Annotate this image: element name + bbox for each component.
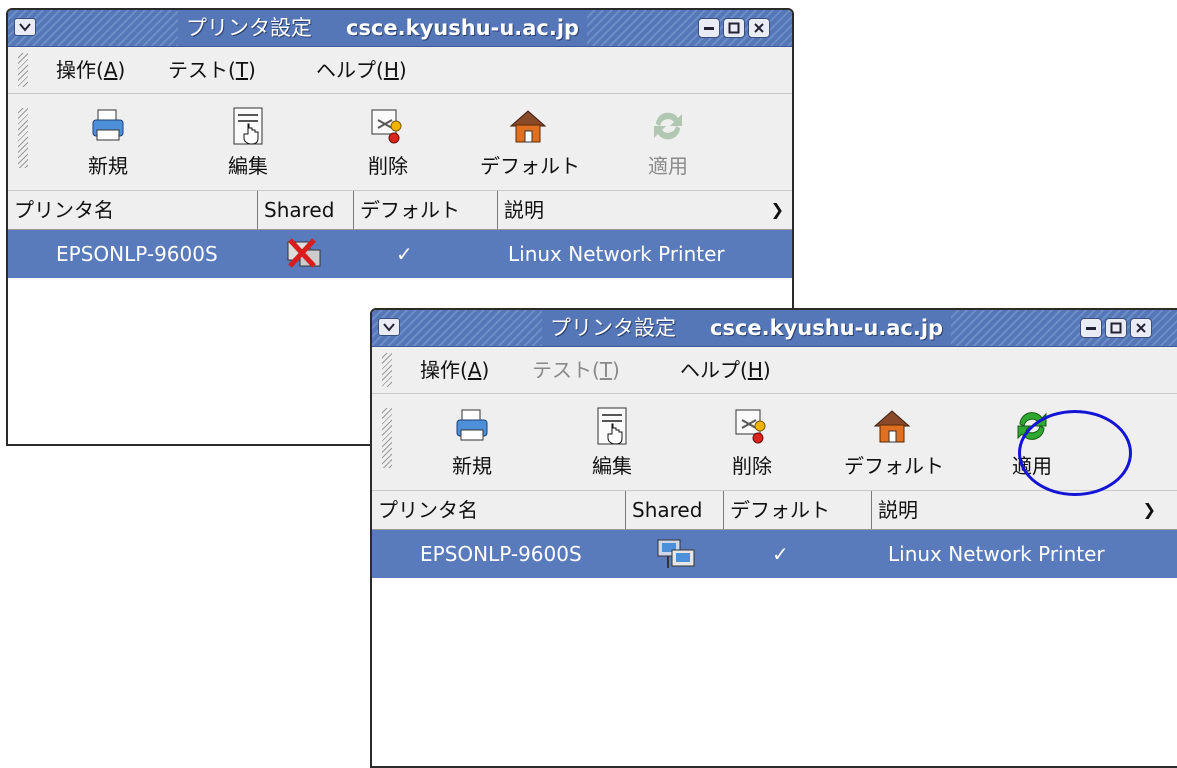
title-bar[interactable]: プリンタ設定 csce.kyushu-u.ac.jp — [372, 310, 1177, 347]
delete-button[interactable]: 削除 — [340, 100, 436, 186]
default-home-icon — [873, 410, 911, 443]
printer-name: EPSONLP-9600S — [420, 542, 582, 566]
shared-status[interactable] — [276, 230, 336, 278]
default-label: デフォルト — [480, 154, 580, 178]
printer-name: EPSONLP-9600S — [56, 242, 218, 266]
menubar-grip[interactable] — [18, 53, 28, 87]
toolbar: 新規 編集 削除 デフォルト 適用 — [8, 94, 792, 191]
menu-test[interactable]: テスト(T) — [168, 47, 256, 93]
column-default[interactable]: デフォルト — [724, 491, 872, 529]
apply-highlight-circle — [1018, 410, 1132, 496]
chevron-down-icon — [19, 23, 31, 32]
column-shared[interactable]: Shared — [626, 491, 724, 529]
column-shared[interactable]: Shared — [258, 191, 354, 229]
delete-scissors-icon — [735, 409, 766, 444]
menubar-grip[interactable] — [382, 353, 392, 387]
menu-help[interactable]: ヘルプ(H) — [680, 347, 771, 393]
default-check: ✓ — [396, 242, 413, 266]
maximize-button[interactable] — [723, 18, 745, 38]
close-button[interactable] — [1130, 318, 1152, 338]
close-icon — [1136, 323, 1146, 333]
maximize-icon — [1110, 322, 1122, 334]
new-label: 新規 — [452, 454, 492, 478]
column-default[interactable]: デフォルト — [354, 191, 498, 229]
default-button[interactable]: デフォルト — [844, 400, 944, 486]
window-menu-button[interactable] — [378, 318, 400, 336]
close-icon — [754, 23, 764, 33]
menu-operation[interactable]: 操作(A) — [420, 347, 489, 393]
maximize-icon — [728, 22, 740, 34]
close-button[interactable] — [748, 18, 770, 38]
printer-list-header: プリンタ名 Shared デフォルト 説明 ❯ — [8, 191, 792, 230]
printer-new-icon — [92, 109, 124, 141]
chevron-down-icon[interactable]: ❯ — [1143, 491, 1156, 529]
toolbar-grip[interactable] — [18, 108, 28, 168]
window-title: プリンタ設定 csce.kyushu-u.ac.jp — [178, 10, 588, 46]
column-description[interactable]: 説明 ❯ — [498, 191, 792, 229]
printer-config-window-front: プリンタ設定 csce.kyushu-u.ac.jp 操作(A) テスト(T) ヘ… — [370, 308, 1177, 768]
column-description-label: 説明 — [878, 498, 918, 522]
window-title-app: プリンタ設定 — [550, 316, 676, 340]
edit-button[interactable]: 編集 — [200, 100, 296, 186]
delete-label: 削除 — [732, 454, 772, 478]
minimize-icon — [704, 27, 714, 30]
edit-document-icon — [597, 407, 627, 445]
minimize-icon — [1086, 327, 1096, 330]
default-check: ✓ — [772, 542, 789, 566]
window-title-host: csce.kyushu-u.ac.jp — [346, 16, 580, 40]
default-home-icon — [509, 110, 547, 143]
not-shared-icon — [287, 238, 321, 268]
menu-help[interactable]: ヘルプ(H) — [316, 47, 407, 93]
menu-bar: 操作(A) テスト(T) ヘルプ(H) — [372, 347, 1177, 394]
menu-bar: 操作(A) テスト(T) ヘルプ(H) — [8, 47, 792, 94]
window-title: プリンタ設定 csce.kyushu-u.ac.jp — [542, 310, 952, 346]
delete-button[interactable]: 削除 — [704, 400, 800, 486]
delete-scissors-icon — [371, 109, 402, 144]
chevron-down-icon[interactable]: ❯ — [771, 191, 784, 229]
default-label: デフォルト — [844, 454, 944, 478]
edit-label: 編集 — [228, 154, 268, 178]
minimize-button[interactable] — [698, 18, 720, 38]
apply-refresh-icon — [654, 112, 682, 140]
window-title-host: csce.kyushu-u.ac.jp — [710, 316, 944, 340]
default-button[interactable]: デフォルト — [480, 100, 580, 186]
shared-network-icon — [657, 539, 695, 568]
printer-description: Linux Network Printer — [508, 242, 725, 266]
new-label: 新規 — [88, 154, 128, 178]
apply-button[interactable]: 適用 — [620, 100, 716, 186]
menu-test[interactable]: テスト(T) — [532, 347, 620, 393]
column-description[interactable]: 説明 ❯ — [872, 491, 1172, 529]
apply-label: 適用 — [648, 154, 688, 178]
table-row[interactable]: EPSONLP-9600S ✓ Linux Network Printer — [8, 230, 792, 278]
new-button[interactable]: 新規 — [424, 400, 520, 486]
column-printer-name[interactable]: プリンタ名 — [8, 191, 258, 229]
column-printer-name[interactable]: プリンタ名 — [372, 491, 626, 529]
title-bar[interactable]: プリンタ設定 csce.kyushu-u.ac.jp — [8, 10, 792, 47]
list-empty-area — [372, 578, 1177, 766]
chevron-down-icon — [383, 323, 395, 332]
window-title-app: プリンタ設定 — [186, 16, 312, 40]
table-row[interactable]: EPSONLP-9600S ✓ Linux Network Printer — [372, 530, 1177, 578]
delete-label: 削除 — [368, 154, 408, 178]
shared-status[interactable] — [648, 530, 708, 578]
edit-label: 編集 — [592, 454, 632, 478]
printer-description: Linux Network Printer — [888, 542, 1105, 566]
printer-list-header: プリンタ名 Shared デフォルト 説明 ❯ — [372, 491, 1177, 530]
menu-operation[interactable]: 操作(A) — [56, 47, 125, 93]
new-button[interactable]: 新規 — [60, 100, 156, 186]
column-description-label: 説明 — [504, 198, 544, 222]
toolbar-grip[interactable] — [382, 408, 392, 468]
edit-button[interactable]: 編集 — [564, 400, 660, 486]
maximize-button[interactable] — [1105, 318, 1127, 338]
minimize-button[interactable] — [1080, 318, 1102, 338]
edit-document-icon — [233, 107, 263, 145]
printer-new-icon — [456, 409, 488, 441]
window-menu-button[interactable] — [14, 18, 36, 36]
